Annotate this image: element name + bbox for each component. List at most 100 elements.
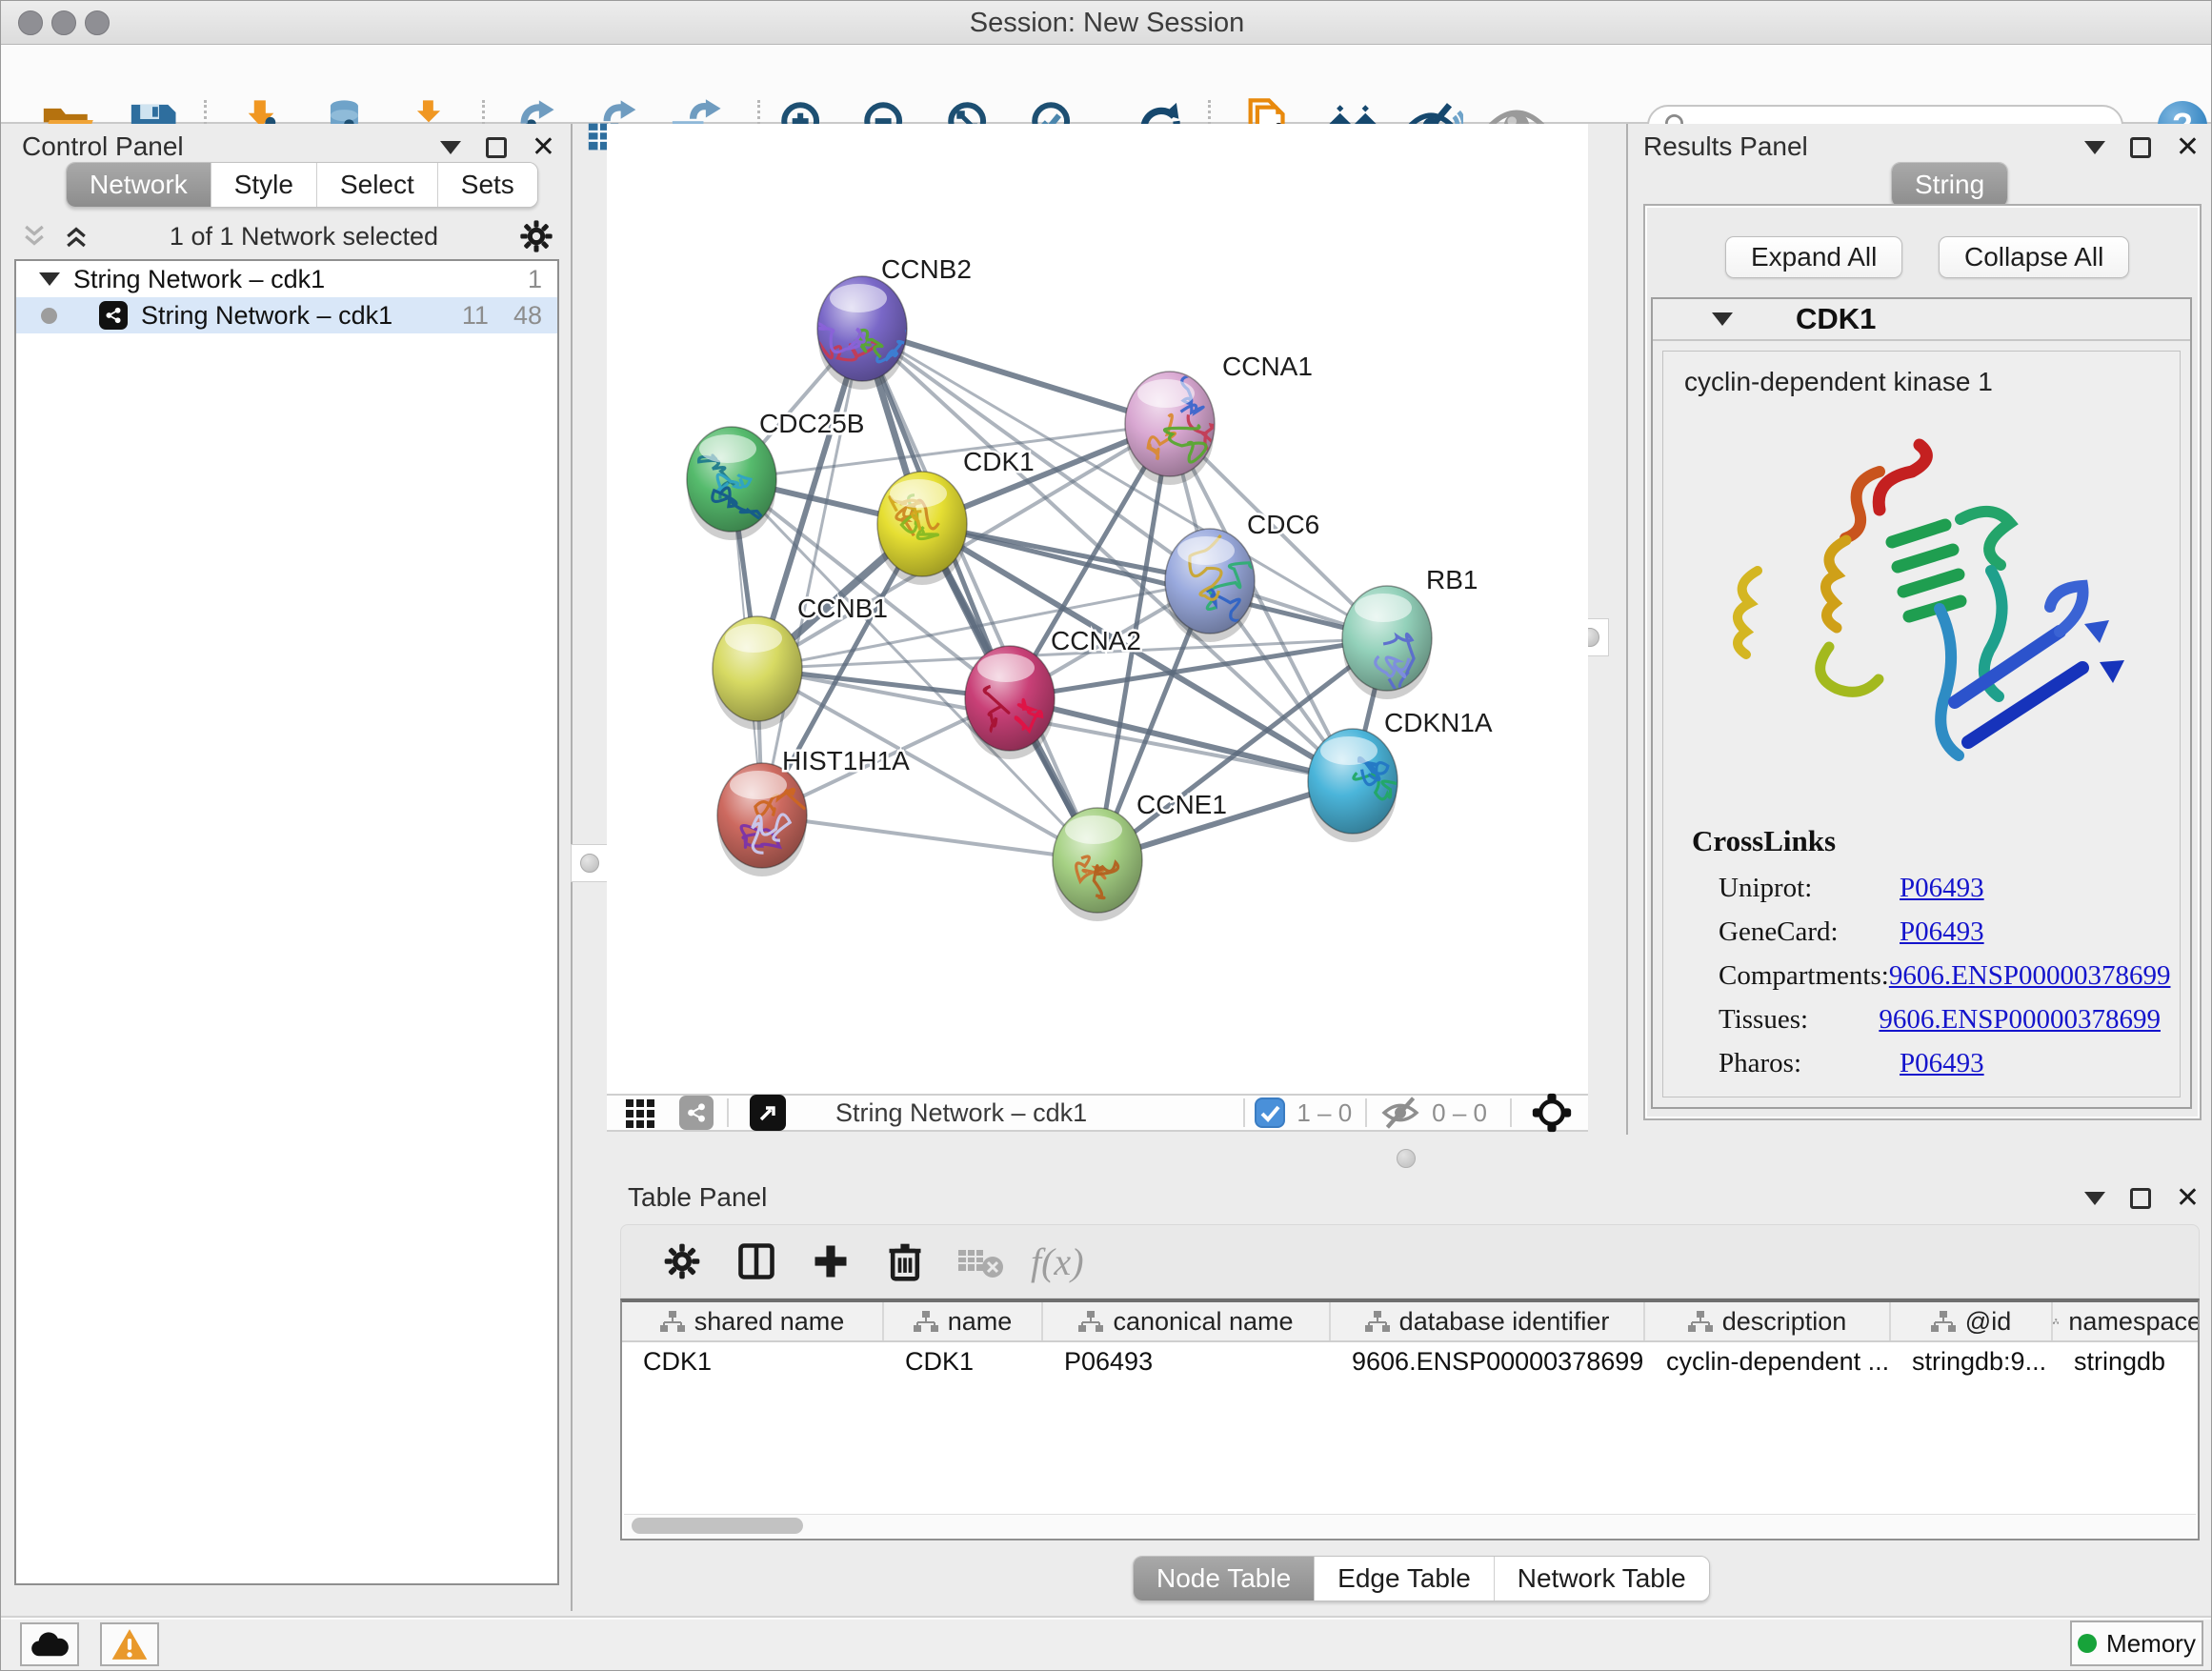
crosslink-link[interactable]: 9606.ENSP00000378699 [1889, 960, 2171, 992]
panel-float-icon[interactable] [2130, 137, 2151, 158]
protein-structure-image [1705, 428, 2143, 809]
crosslink-row: GeneCard:P06493 [1719, 910, 2161, 954]
network-edge[interactable] [862, 329, 1097, 860]
crosslink-row: Uniprot:P06493 [1719, 866, 2161, 910]
network-edge[interactable] [862, 329, 1170, 424]
panel-close-icon[interactable]: ✕ [2176, 1188, 2200, 1209]
network-node-CDC6[interactable]: CDC6 [1165, 510, 1319, 642]
memory-button[interactable]: Memory [2070, 1621, 2203, 1666]
crosslink-link[interactable]: 9606.ENSP00000378699 [1879, 1004, 2161, 1036]
hscrollbar-thumb[interactable] [632, 1518, 803, 1534]
node-label: CCNA2 [1051, 626, 1141, 655]
crosslink-label: Uniprot: [1719, 873, 1900, 904]
left-splitter-handle[interactable] [571, 844, 609, 882]
panel-collapse-icon[interactable] [440, 141, 461, 154]
collapse-all-button[interactable]: Collapse All [1939, 236, 2129, 278]
control-panel-tabs: NetworkStyleSelectSets [66, 162, 538, 208]
column-header-name[interactable]: name [884, 1302, 1043, 1340]
network-node-CDC25B[interactable]: CDC25B [687, 409, 864, 540]
panel-float-icon[interactable] [486, 137, 507, 158]
results-panel: Results Panel ✕ String Expand All Collap… [1626, 124, 2212, 1135]
expand-all-button[interactable]: Expand All [1725, 236, 1902, 278]
gene-description: cyclin-dependent kinase 1 [1663, 352, 2180, 397]
tab-network-table[interactable]: Network Table [1495, 1557, 1709, 1601]
network-row-selected[interactable]: String Network – cdk1 11 48 [16, 297, 557, 333]
tab-style[interactable]: Style [211, 163, 317, 207]
table-cell[interactable]: stringdb [2053, 1342, 2200, 1380]
selected-checkbox-icon[interactable] [1255, 1097, 1285, 1128]
crosslink-link[interactable]: P06493 [1900, 873, 1984, 904]
network-edge[interactable] [762, 815, 1097, 860]
tab-network[interactable]: Network [67, 163, 211, 207]
column-header-description[interactable]: description [1645, 1302, 1891, 1340]
tab-node-table[interactable]: Node Table [1134, 1557, 1315, 1601]
detach-view-icon[interactable] [750, 1095, 786, 1131]
cloud-button[interactable] [20, 1622, 79, 1666]
table-options-gear-icon[interactable] [661, 1240, 703, 1282]
node-table: shared namenamecanonical namedatabase id… [620, 1299, 2200, 1540]
table-row[interactable]: CDK1CDK1P064939606.ENSP00000378699cyclin… [622, 1342, 2198, 1380]
tab-sets[interactable]: Sets [438, 163, 537, 207]
expand-all-icon[interactable] [62, 222, 90, 251]
horizontal-splitter-handle[interactable] [1397, 1149, 1416, 1168]
network-node-CCNB1[interactable]: CCNB1 [713, 594, 888, 730]
table-cell[interactable]: CDK1 [622, 1342, 884, 1380]
crosslinks-heading: CrossLinks [1692, 824, 1836, 858]
show-columns-icon[interactable] [735, 1240, 777, 1282]
node-label: HIST1H1A [782, 746, 910, 775]
column-header-shared-name[interactable]: shared name [622, 1302, 884, 1340]
column-header-canonical-name[interactable]: canonical name [1043, 1302, 1331, 1340]
table-cell[interactable]: cyclin-dependent ... [1645, 1342, 1891, 1380]
network-collection-row[interactable]: String Network – cdk1 1 [16, 261, 557, 297]
crosslink-label: Tissues: [1719, 1004, 1879, 1036]
warning-button[interactable] [100, 1622, 159, 1666]
collapse-all-icon[interactable] [20, 222, 49, 251]
delete-column-icon[interactable] [884, 1240, 926, 1282]
birds-eye-view-icon[interactable] [1531, 1092, 1573, 1134]
panel-collapse-icon[interactable] [2084, 141, 2105, 154]
attribute-icon [914, 1310, 938, 1333]
network-node-RB1[interactable]: RB1 [1342, 565, 1478, 699]
hidden-eye-icon [1380, 1097, 1420, 1129]
collection-count: 1 [528, 265, 542, 294]
column-header-namespace[interactable]: namespace [2053, 1302, 2200, 1340]
main-toolbar: ? [1, 45, 2212, 124]
panel-close-icon[interactable]: ✕ [2176, 137, 2200, 158]
network-canvas[interactable]: CCNB2CCNA1CDC25BCDK1CDC6RB1CCNB1CCNA2CDK… [607, 124, 1588, 1094]
table-cell[interactable]: 9606.ENSP00000378699 [1331, 1342, 1645, 1380]
collection-expand-icon[interactable] [39, 272, 60, 286]
network-badge-icon[interactable] [679, 1096, 714, 1130]
tab-string[interactable]: String [1892, 163, 2007, 207]
network-list-header: 1 of 1 Network selected [1, 214, 573, 258]
crosslink-link[interactable]: P06493 [1900, 916, 1984, 948]
network-node-CCNE1[interactable]: CCNE1 [1053, 790, 1227, 921]
panel-close-icon[interactable]: ✕ [532, 137, 555, 158]
network-options-gear-icon[interactable] [517, 217, 555, 255]
network-view-title: String Network – cdk1 [835, 1098, 1087, 1128]
column-header-database-identifier[interactable]: database identifier [1331, 1302, 1645, 1340]
crosslink-link[interactable]: P06493 [1900, 1048, 1984, 1079]
node-label: CDKN1A [1384, 708, 1493, 737]
table-hscrollbar[interactable] [624, 1514, 2196, 1537]
table-cell[interactable]: P06493 [1043, 1342, 1331, 1380]
gene-collapse-icon[interactable] [1712, 312, 1733, 326]
node-label: CDC25B [759, 409, 864, 438]
panel-collapse-icon[interactable] [2084, 1192, 2105, 1205]
tab-select[interactable]: Select [317, 163, 438, 207]
edge-count: 48 [513, 301, 542, 331]
network-node-HIST1H1A[interactable]: HIST1H1A [717, 746, 910, 876]
column-header--id[interactable]: @id [1891, 1302, 2053, 1340]
create-column-icon[interactable] [810, 1240, 852, 1282]
table-cell[interactable]: CDK1 [884, 1342, 1043, 1380]
collection-name: String Network – cdk1 [73, 265, 325, 294]
node-label: CDK1 [963, 447, 1035, 476]
node-label: CDC6 [1247, 510, 1319, 539]
tab-edge-table[interactable]: Edge Table [1315, 1557, 1495, 1601]
network-node-CDK1[interactable]: CDK1 [877, 447, 1035, 585]
network-node-CCNA1[interactable]: CCNA1 [1125, 352, 1313, 485]
panel-float-icon[interactable] [2130, 1188, 2151, 1209]
network-node-CCNA2[interactable]: CCNA2 [965, 626, 1141, 759]
grid-view-icon[interactable] [624, 1096, 658, 1130]
table-cell[interactable]: stringdb:9... [1891, 1342, 2053, 1380]
network-node-CDKN1A[interactable]: CDKN1A [1308, 708, 1493, 842]
